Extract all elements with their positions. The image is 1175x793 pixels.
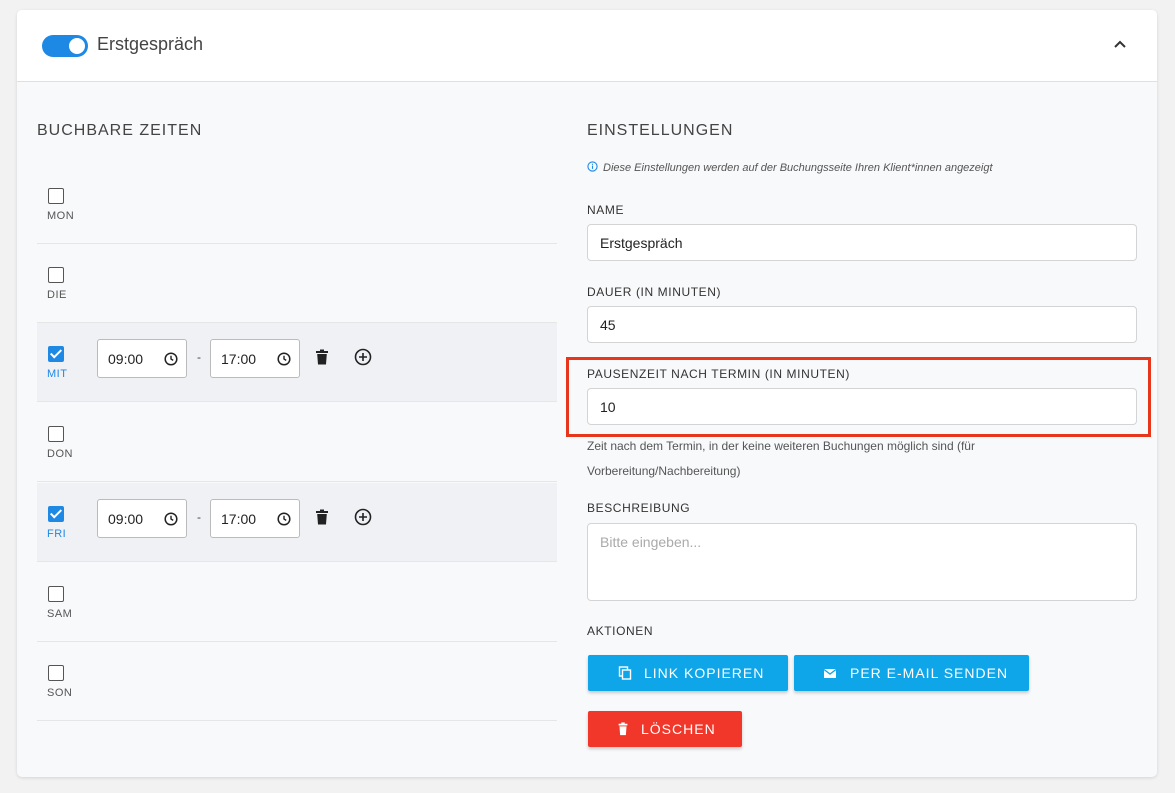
actions-label: AKTIONEN [587,624,654,638]
day-label-die: DIE [47,289,67,301]
day-checkbox-die[interactable] [48,267,64,283]
day-row-son: SON [37,642,557,721]
send-email-button[interactable]: PER E-MAIL SENDEN [794,655,1029,691]
clock-icon [277,512,291,526]
day-label-mon: MON [47,210,75,222]
description-textarea[interactable]: Bitte eingeben... [587,523,1137,601]
day-label-mit: MIT [47,368,68,380]
copy-link-label: LINK KOPIEREN [644,665,765,681]
time-from-value: 09:00 [108,511,144,527]
day-label-don: DON [47,448,73,460]
delete-button[interactable]: LÖSCHEN [588,711,742,747]
day-row-fri: FRI 09:00 - 17:00 [37,483,557,562]
trash-icon[interactable] [315,349,329,365]
day-row-mit: MIT 09:00 - 17:00 [37,323,557,402]
day-checkbox-sam[interactable] [48,586,64,602]
name-input[interactable]: Erstgespräch [587,224,1137,261]
day-checkbox-mon[interactable] [48,188,64,204]
settings-info: Diese Einstellungen werden auf der Buchu… [587,161,993,174]
day-row-die: DIE [37,244,557,323]
day-label-fri: FRI [47,528,67,540]
clock-icon [277,352,291,366]
day-label-sam: SAM [47,608,73,620]
day-checkbox-mit[interactable] [48,346,64,362]
active-toggle[interactable] [42,35,88,57]
time-to-value: 17:00 [221,511,257,527]
card-header: Erstgespräch [17,10,1157,82]
time-from-mit[interactable]: 09:00 [97,339,187,378]
copy-link-button[interactable]: LINK KOPIEREN [588,655,788,691]
settings-info-text: Diese Einstellungen werden auf der Buchu… [603,162,993,174]
duration-input[interactable]: 45 [587,306,1137,343]
day-row-mon: MON [37,165,557,244]
pause-help-text: Zeit nach dem Termin, in der keine weite… [587,439,975,478]
day-checkbox-son[interactable] [48,665,64,681]
event-type-title: Erstgespräch [97,34,204,54]
day-label-son: SON [47,687,73,699]
trash-icon[interactable] [315,509,329,525]
time-separator: - [197,350,201,364]
delete-label: LÖSCHEN [641,721,716,737]
day-row-sam: SAM [37,563,557,642]
name-label: NAME [587,203,625,217]
toggle-knob [69,38,85,54]
add-circle-icon[interactable] [354,508,372,526]
add-circle-icon[interactable] [354,348,372,366]
clock-icon [164,352,178,366]
copy-icon [618,666,632,680]
time-to-value: 17:00 [221,351,257,367]
pause-label: PAUSENZEIT NACH TERMIN (IN MINUTEN) [587,367,851,381]
settings-title: EINSTELLUNGEN [587,122,734,139]
time-from-value: 09:00 [108,351,144,367]
time-to-mit[interactable]: 17:00 [210,339,300,378]
day-checkbox-fri[interactable] [48,506,64,522]
send-email-label: PER E-MAIL SENDEN [850,665,1009,681]
time-from-fri[interactable]: 09:00 [97,499,187,538]
bookable-times-title: BUCHBARE ZEITEN [37,122,203,139]
trash-icon [618,722,628,736]
day-checkbox-don[interactable] [48,426,64,442]
event-type-card: Erstgespräch BUCHBARE ZEITEN MON DIE MIT… [17,10,1157,777]
clock-icon [164,512,178,526]
description-label: BESCHREIBUNG [587,501,691,515]
chevron-up-icon[interactable] [1111,36,1129,54]
pause-input[interactable]: 10 [587,388,1137,425]
day-row-don: DON [37,403,557,482]
mail-icon [823,668,837,678]
time-to-fri[interactable]: 17:00 [210,499,300,538]
info-icon [587,161,598,172]
duration-label: DAUER (IN MINUTEN) [587,285,722,299]
time-separator: - [197,510,201,524]
